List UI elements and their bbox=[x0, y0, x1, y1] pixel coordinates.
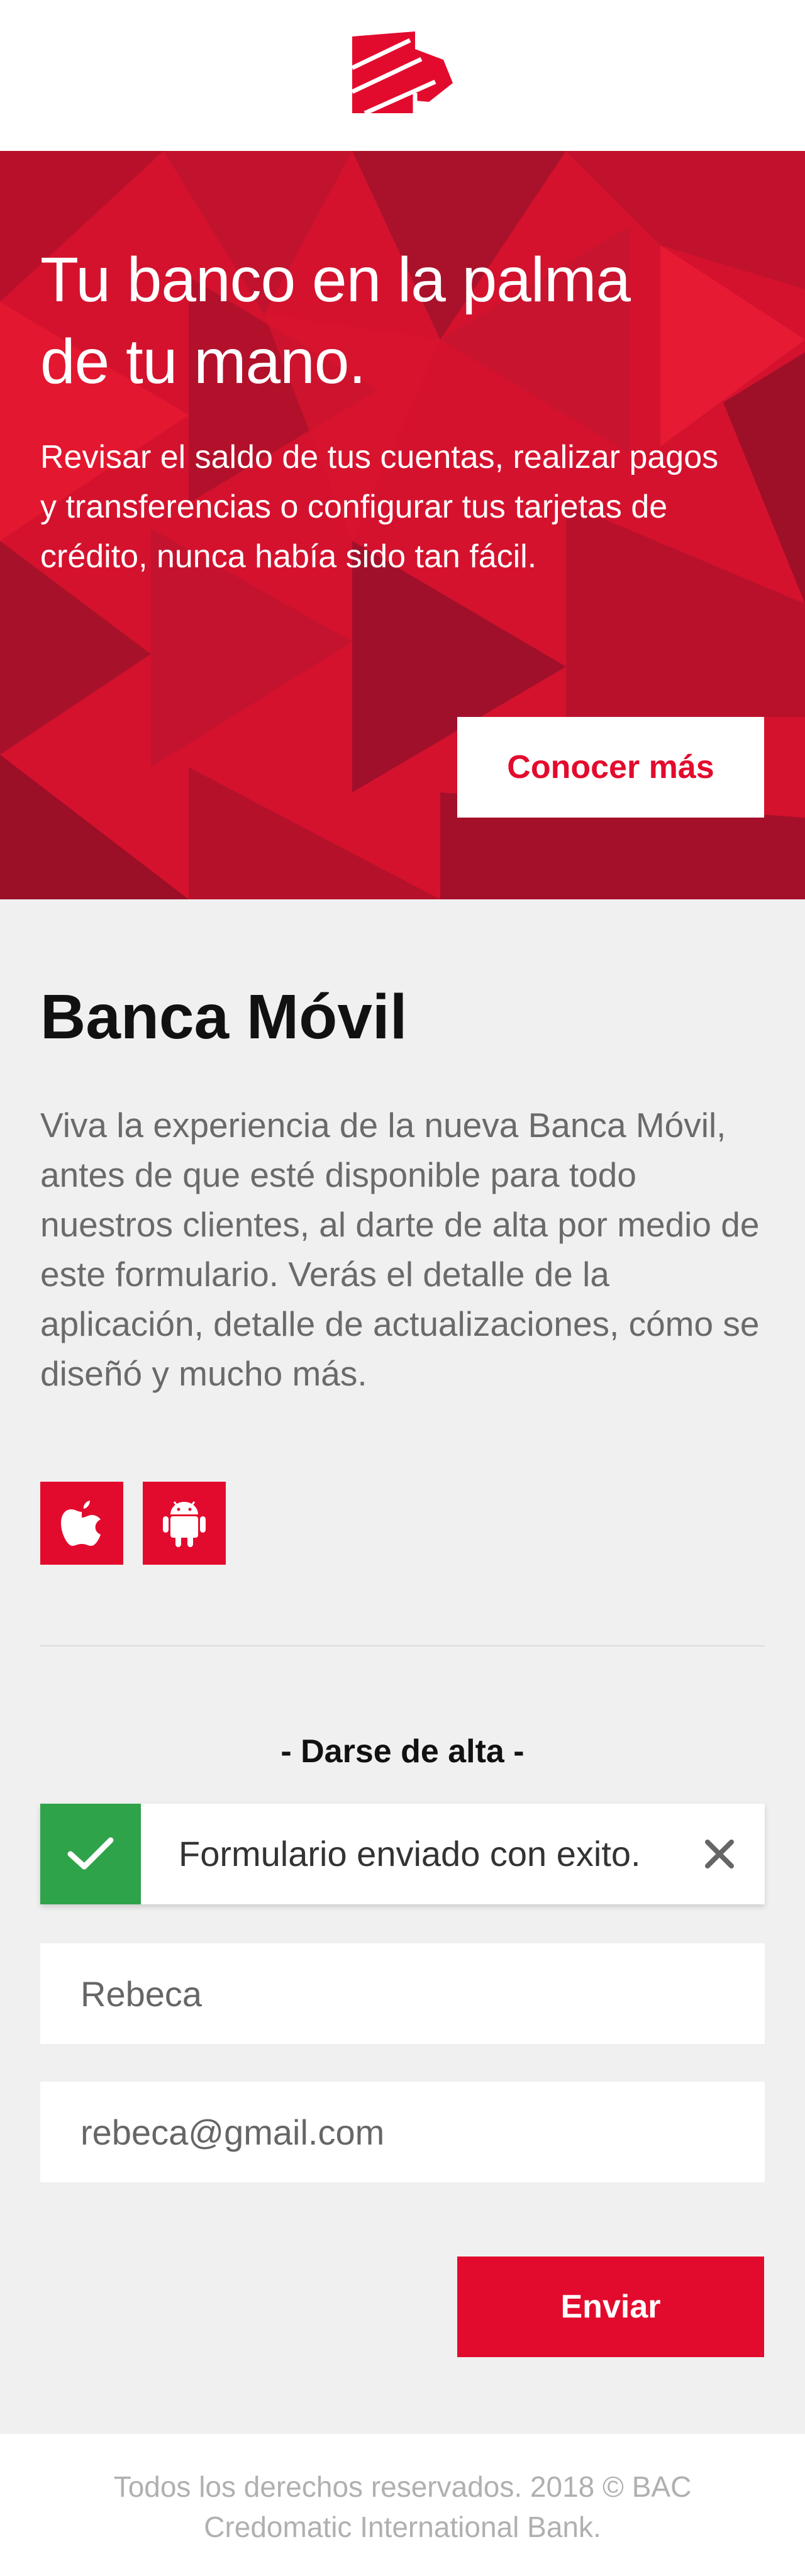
hero-title: Tu banco en la palma de tu mano. bbox=[40, 239, 694, 402]
alert-status bbox=[40, 1804, 141, 1904]
divider bbox=[40, 1645, 765, 1646]
close-icon bbox=[705, 1840, 734, 1868]
alert-message: Formulario enviado con exito. bbox=[179, 1834, 641, 1874]
google-play-button[interactable] bbox=[143, 1482, 226, 1565]
bac-logo-icon[interactable] bbox=[352, 31, 453, 119]
hero-title-line-1: Tu banco en la palma bbox=[40, 245, 631, 315]
app-store-button[interactable] bbox=[40, 1482, 123, 1565]
android-icon bbox=[163, 1501, 206, 1547]
section-title: Banca Móvil bbox=[40, 982, 408, 1052]
submit-button[interactable]: Enviar bbox=[457, 2257, 764, 2357]
apple-icon bbox=[61, 1501, 101, 1546]
name-field[interactable] bbox=[40, 1943, 765, 2044]
check-icon bbox=[67, 1837, 114, 1870]
section-description: Viva la experiencia de la nueva Banca Mó… bbox=[40, 1106, 760, 1393]
hero-banner: Tu banco en la palma de tu mano. Revisar… bbox=[0, 151, 805, 899]
copyright-text: Todos los derechos reservados. 2018 © BA… bbox=[113, 2470, 692, 2543]
header bbox=[0, 0, 805, 151]
mobile-banking-section: Banca Móvil Viva la experiencia de la nu… bbox=[0, 899, 805, 2434]
page: Tu banco en la palma de tu mano. Revisar… bbox=[0, 0, 805, 2576]
email-field[interactable] bbox=[40, 2082, 765, 2182]
hero-title-line-2: de tu mano. bbox=[40, 326, 366, 397]
success-alert: Formulario enviado con exito. bbox=[40, 1804, 765, 1904]
learn-more-button[interactable]: Conocer más bbox=[457, 717, 764, 818]
footer: Todos los derechos reservados. 2018 © BA… bbox=[0, 2434, 805, 2576]
hero-description: Revisar el saldo de tus cuentas, realiza… bbox=[40, 439, 719, 575]
signup-form-title: - Darse de alta - bbox=[280, 1733, 525, 1770]
close-alert-button[interactable] bbox=[694, 1829, 745, 1879]
